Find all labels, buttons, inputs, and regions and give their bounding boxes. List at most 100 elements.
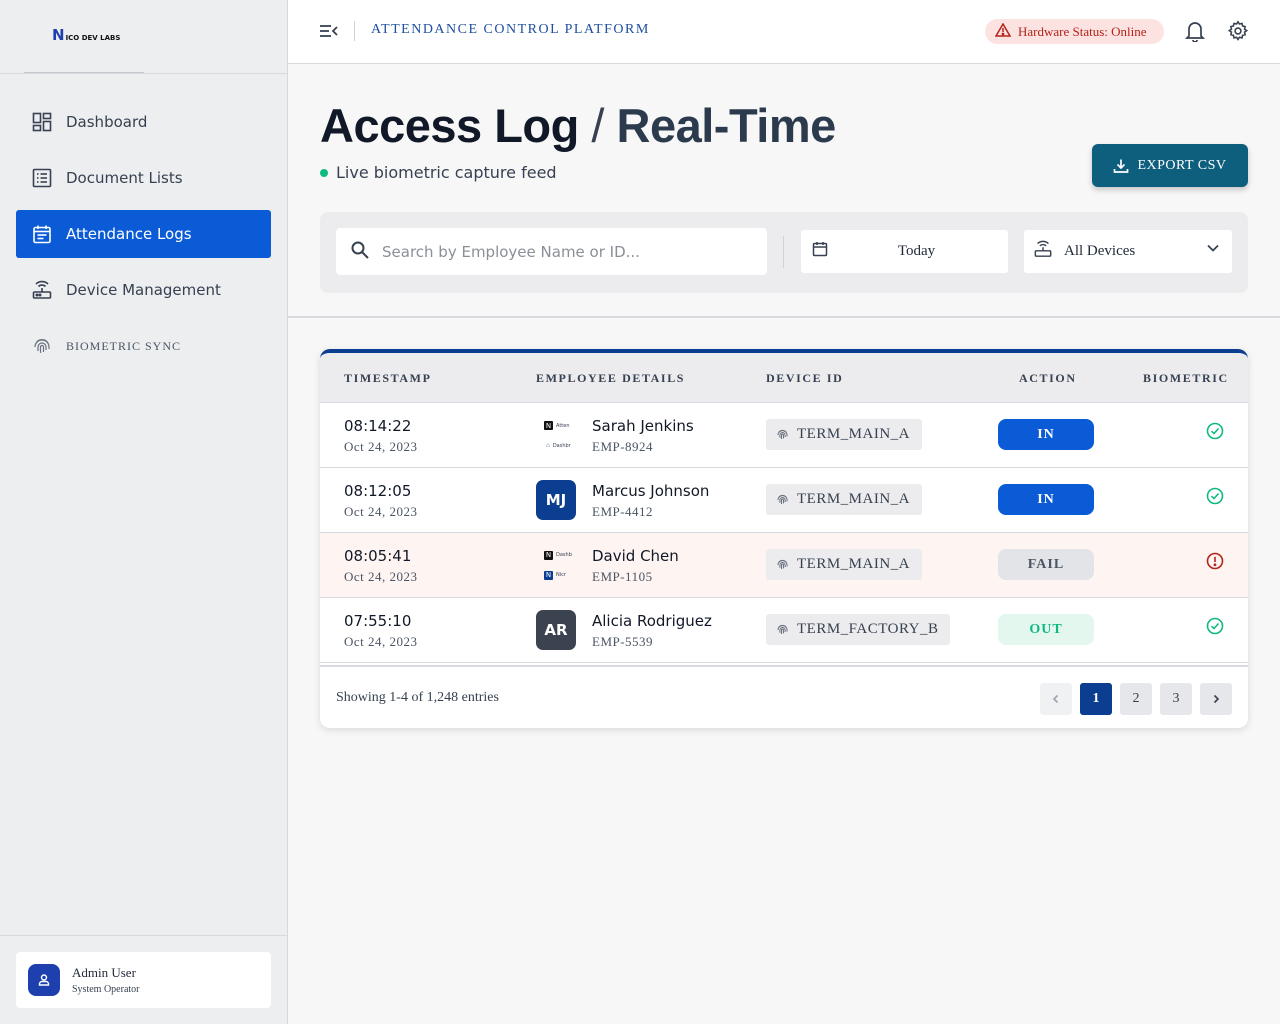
gear-icon[interactable] — [1227, 20, 1249, 46]
column-header-timestamp[interactable]: TIMESTAMP — [344, 371, 432, 386]
search-box[interactable] — [336, 228, 767, 275]
page-title: Access Log / Real-Time — [320, 98, 836, 153]
employee-name: Sarah Jenkins — [592, 417, 694, 435]
device-chip: TERM_MAIN_A — [766, 549, 922, 580]
device-id: TERM_MAIN_A — [797, 491, 910, 507]
row-time: 08:12:05 — [344, 482, 412, 500]
entries-count: Showing 1-4 of 1,248 entries — [336, 690, 499, 705]
hardware-status-badge[interactable]: Hardware Status: Online — [985, 19, 1164, 44]
employee-id: EMP-8924 — [592, 439, 654, 454]
dashboard-icon — [32, 112, 52, 132]
user-card[interactable]: Admin User System Operator — [16, 952, 271, 1008]
sidebar-nav: Dashboard Document Lists Attendance Logs… — [16, 98, 271, 378]
device-filter-value: All Devices — [1064, 243, 1136, 259]
device-chip: TERM_MAIN_A — [766, 419, 922, 450]
access-log-table: TIMESTAMP EMPLOYEE DETAILS DEVICE ID ACT… — [320, 349, 1248, 728]
bell-icon[interactable] — [1184, 20, 1206, 46]
column-header-device[interactable]: DEVICE ID — [766, 371, 843, 386]
logo-letter: N — [52, 26, 65, 44]
sidebar-item-device-management[interactable]: Device Management — [16, 266, 271, 314]
live-label: Live biometric capture feed — [336, 163, 557, 182]
avatar-thumb-text: Atten — [556, 422, 570, 429]
search-input[interactable] — [382, 242, 742, 261]
device-id: TERM_FACTORY_B — [797, 621, 939, 637]
sidebar-item-label: Attendance Logs — [66, 225, 192, 243]
table-header: TIMESTAMP EMPLOYEE DETAILS DEVICE ID ACT… — [320, 353, 1248, 403]
router-icon — [1034, 240, 1052, 263]
app-title: ATTENDANCE CONTROL PLATFORM — [371, 22, 650, 37]
page-title-separator: / — [591, 99, 604, 152]
fingerprint-icon — [777, 624, 788, 635]
row-date: Oct 24, 2023 — [344, 504, 418, 519]
employee-id: EMP-5539 — [592, 634, 654, 649]
live-dot-icon — [320, 168, 328, 177]
table-row[interactable]: 08:05:41 Oct 24, 2023 N Dashb N Nicr David… — [320, 533, 1248, 598]
employee-name: Marcus Johnson — [592, 482, 710, 500]
brand-divider — [24, 72, 144, 73]
topbar: ATTENDANCE CONTROL PLATFORM Hardware Sta… — [288, 0, 1280, 64]
export-csv-button[interactable]: EXPORT CSV — [1092, 144, 1248, 187]
table-row[interactable]: 08:14:22 Oct 24, 2023 N Atten ⌂ Dashbr Sar… — [320, 403, 1248, 468]
column-header-employee[interactable]: EMPLOYEE DETAILS — [536, 371, 685, 386]
user-icon — [38, 974, 50, 986]
avatar: MJ — [536, 480, 576, 520]
device-id: TERM_MAIN_A — [797, 426, 910, 442]
sidebar-item-label: Device Management — [66, 281, 221, 299]
column-header-action[interactable]: ACTION — [1019, 371, 1077, 386]
avatar: N Atten ⌂ Dashbr — [536, 415, 576, 455]
filter-divider — [783, 236, 784, 268]
calendar-icon — [32, 224, 52, 244]
check-circle-icon — [1206, 617, 1224, 639]
sidebar-item-label: Dashboard — [66, 113, 148, 131]
avatar-thumb-text: Nicr — [556, 572, 566, 578]
device-filter-select[interactable]: All Devices — [1024, 230, 1232, 273]
row-time: 08:05:41 — [344, 547, 412, 565]
logo[interactable]: N ICO DEV LABS — [52, 26, 121, 44]
table-row[interactable]: 07:55:10 Oct 24, 2023 AR Alicia Rodrigue… — [320, 598, 1248, 663]
action-badge: OUT — [998, 614, 1094, 645]
date-filter-value: Today — [897, 243, 936, 259]
avatar-thumb-text: Dashb — [556, 552, 572, 558]
employee-id: EMP-1105 — [592, 569, 653, 584]
date-filter[interactable]: Today — [801, 230, 1008, 273]
prev-page-button[interactable] — [1040, 683, 1072, 715]
avatar — [28, 964, 60, 996]
avatar: AR — [536, 610, 576, 650]
menu-collapse-icon[interactable] — [319, 22, 339, 44]
sidebar-item-attendance-logs[interactable]: Attendance Logs — [16, 210, 271, 258]
table-footer: Showing 1-4 of 1,248 entries 1 2 3 — [320, 665, 1248, 728]
sidebar-item-document-lists[interactable]: Document Lists — [16, 154, 271, 202]
action-badge: IN — [998, 484, 1094, 515]
sidebar-item-biometric-sync[interactable]: BIOMETRIC SYNC — [16, 322, 271, 370]
page-button-2[interactable]: 2 — [1120, 683, 1152, 715]
page-title-main: Access Log — [320, 99, 579, 152]
chevron-left-icon — [1052, 694, 1059, 704]
employee-name: David Chen — [592, 547, 679, 565]
action-badge: IN — [998, 419, 1094, 450]
check-circle-icon — [1206, 487, 1224, 509]
warning-icon — [994, 22, 1012, 41]
logo-text: ICO DEV LABS — [65, 34, 121, 42]
sidebar-item-dashboard[interactable]: Dashboard — [16, 98, 271, 146]
sidebar-divider — [0, 935, 288, 936]
live-indicator: Live biometric capture feed — [320, 163, 557, 182]
download-icon — [1114, 159, 1129, 173]
check-circle-icon — [1206, 422, 1224, 444]
export-label: EXPORT CSV — [1137, 157, 1227, 173]
employee-name: Alicia Rodriguez — [592, 612, 712, 630]
avatar: N Dashb N Nicr — [536, 545, 576, 585]
action-badge: FAIL — [998, 549, 1094, 580]
search-icon — [350, 240, 370, 264]
chevron-right-icon — [1213, 694, 1220, 704]
row-date: Oct 24, 2023 — [344, 634, 418, 649]
page-button-1[interactable]: 1 — [1080, 683, 1112, 715]
employee-id: EMP-4412 — [592, 504, 654, 519]
next-page-button[interactable] — [1200, 683, 1232, 715]
table-row[interactable]: 08:12:05 Oct 24, 2023 MJ Marcus Johnson … — [320, 468, 1248, 533]
page-button-3[interactable]: 3 — [1160, 683, 1192, 715]
row-date: Oct 24, 2023 — [344, 439, 418, 454]
column-header-biometric[interactable]: BIOMETRIC — [1143, 371, 1229, 386]
row-time: 08:14:22 — [344, 417, 412, 435]
brand: N ICO DEV LABS — [0, 0, 287, 74]
fingerprint-icon — [777, 429, 788, 440]
